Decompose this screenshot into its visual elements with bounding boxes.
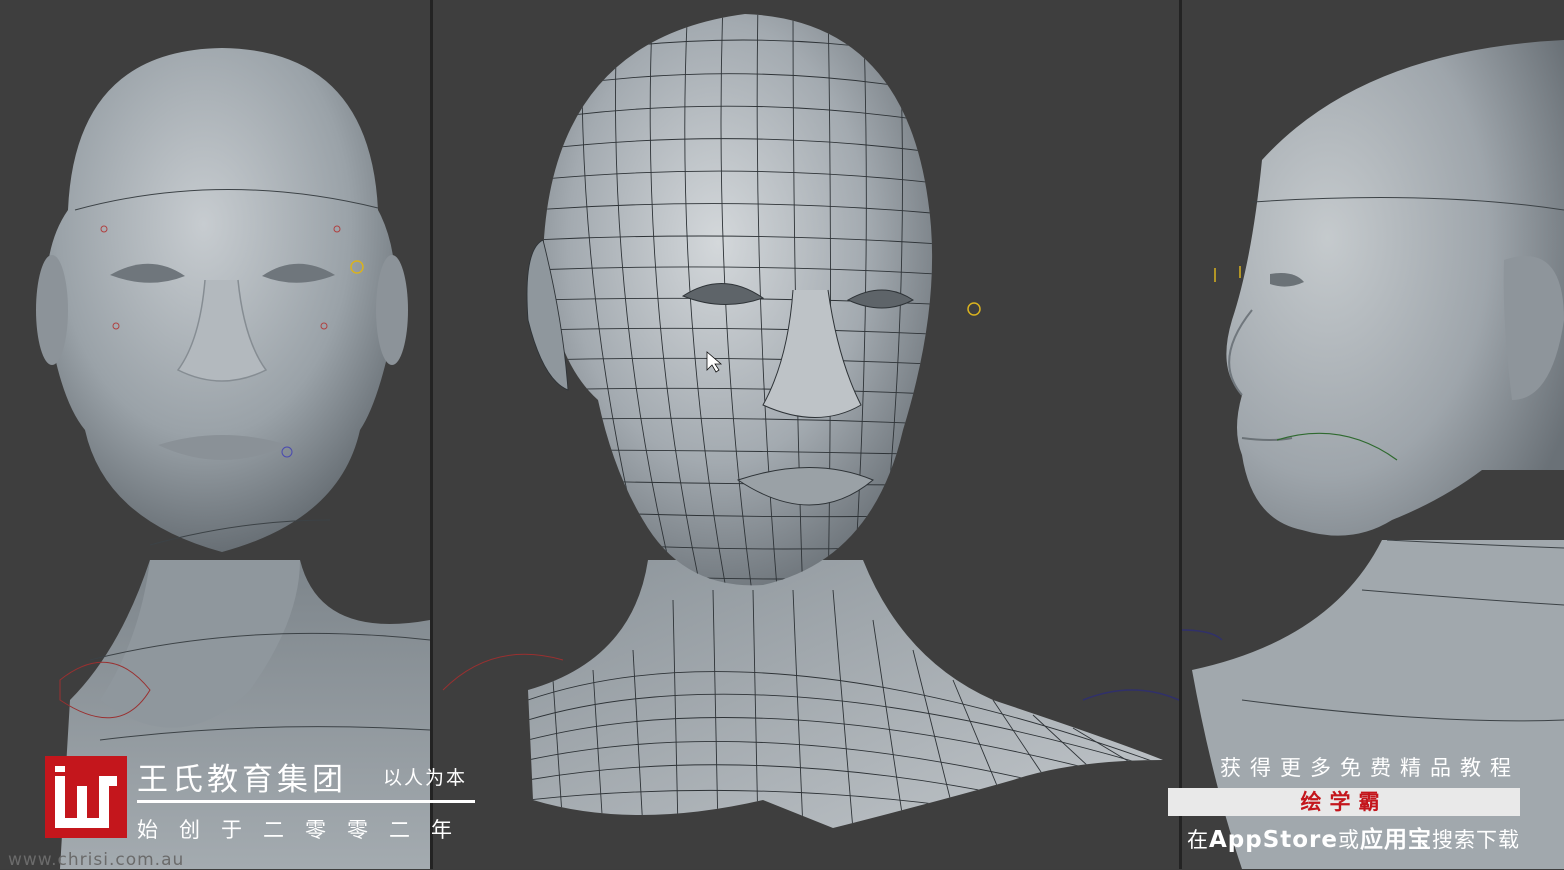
brand-divider xyxy=(137,800,475,803)
promo-headline: 获得更多免费精品教程 xyxy=(1220,756,1520,780)
head-wireframe-render xyxy=(442,14,1179,828)
promo-prefix: 在 xyxy=(1186,828,1209,852)
brand-logo-icon xyxy=(55,766,117,828)
brand-founded: 始创于二零零二年 xyxy=(137,818,473,842)
site-url: www.chrisi.com.au xyxy=(8,850,185,870)
brand-name: 王氏教育集团 xyxy=(137,762,347,798)
promo-store2-name: 应用宝 xyxy=(1360,827,1432,853)
promo-suffix: 搜索下载 xyxy=(1432,828,1520,852)
brand-logo xyxy=(45,756,127,838)
head-front-render xyxy=(36,48,430,869)
viewport-perspective[interactable] xyxy=(433,0,1179,869)
head-side-render xyxy=(1182,40,1564,869)
promo-store-name: AppStore xyxy=(1208,827,1338,853)
brand-watermark: 王氏教育集团 以人为本 始创于二零零二年 xyxy=(45,754,485,844)
viewport-front[interactable] xyxy=(0,0,430,869)
promo-app-name: 绘学霸 xyxy=(1168,788,1520,816)
promo-download-line: 在AppStore或应用宝搜索下载 xyxy=(1168,820,1520,854)
promo-overlay: 获得更多免费精品教程 绘学霸 在AppStore或应用宝搜索下载 xyxy=(1168,752,1520,854)
viewport-side[interactable] xyxy=(1182,0,1564,869)
brand-motto: 以人为本 xyxy=(383,767,468,789)
promo-or: 或 xyxy=(1338,828,1360,852)
